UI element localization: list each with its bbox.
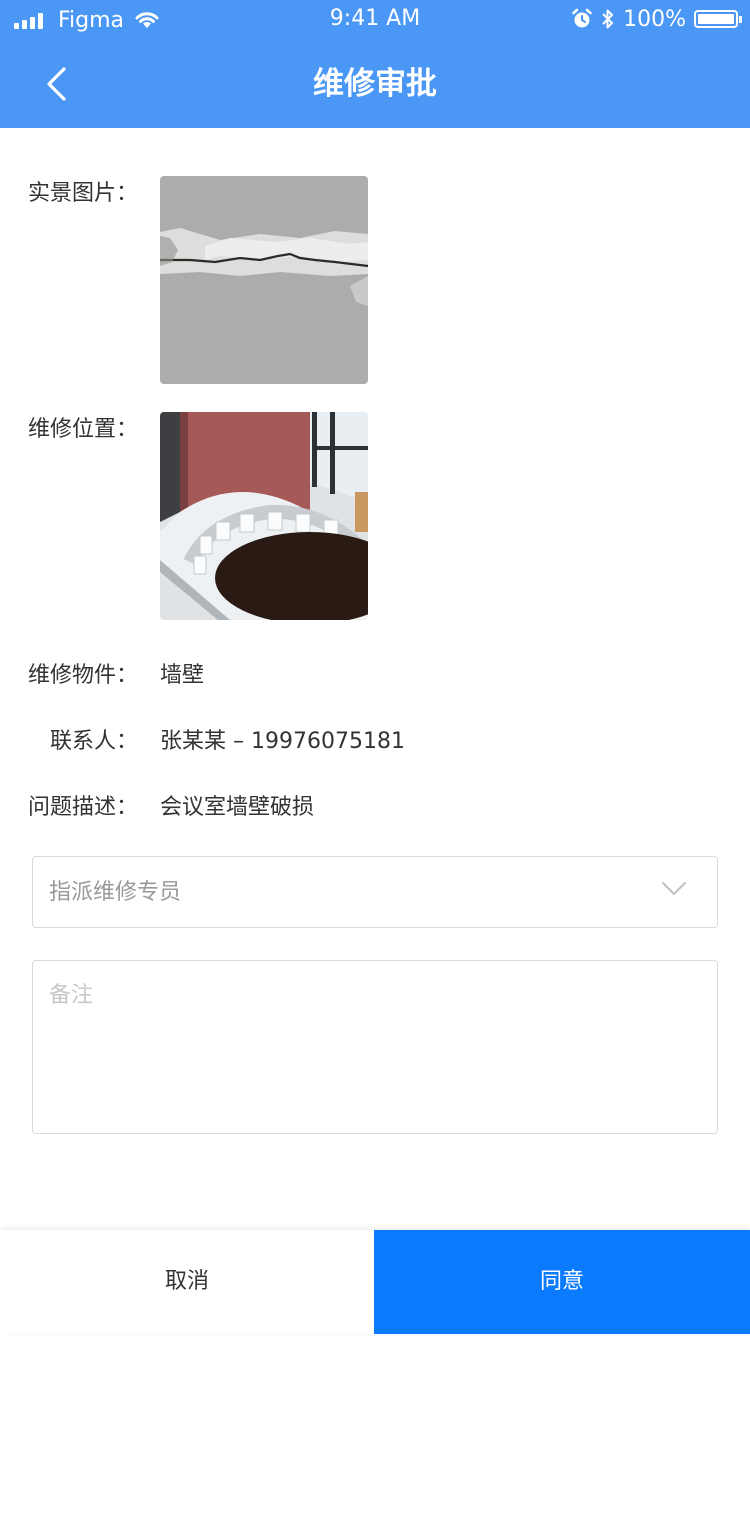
action-bar: 取消 同意 xyxy=(0,1230,750,1334)
assign-technician-select[interactable]: 指派维修专员 xyxy=(32,856,718,928)
cracked-wall-image xyxy=(160,176,368,384)
app-header: Figma 9:41 AM 100% 维修审批 xyxy=(0,0,750,128)
scene-photo[interactable] xyxy=(160,176,368,384)
contact-value: 张某某 – 19976075181 xyxy=(160,729,405,754)
item-value: 墙壁 xyxy=(160,663,205,688)
agree-button[interactable]: 同意 xyxy=(374,1230,750,1334)
battery-percent: 100% xyxy=(623,6,686,32)
cancel-button[interactable]: 取消 xyxy=(0,1230,374,1334)
battery-icon xyxy=(694,10,742,28)
item-label: 维修物件： xyxy=(27,663,138,688)
photo-label: 实景图片： xyxy=(27,181,138,206)
room-3d-image xyxy=(160,412,368,620)
contact-label: 联系人： xyxy=(49,729,138,754)
status-right: 100% xyxy=(571,5,742,33)
alarm-icon xyxy=(571,8,593,30)
problem-value: 会议室墙壁破损 xyxy=(160,795,315,820)
page-title: 维修审批 xyxy=(313,66,437,102)
location-photo[interactable] xyxy=(160,412,368,620)
assign-placeholder: 指派维修专员 xyxy=(49,880,182,905)
problem-label: 问题描述： xyxy=(27,795,138,820)
nav-bar: 维修审批 xyxy=(0,40,750,128)
location-label: 维修位置： xyxy=(27,417,138,442)
bluetooth-icon xyxy=(601,8,615,30)
chevron-down-icon xyxy=(662,882,686,895)
status-bar: Figma 9:41 AM 100% xyxy=(0,0,750,40)
remark-textarea[interactable] xyxy=(32,960,718,1134)
battery-fill xyxy=(698,14,734,24)
